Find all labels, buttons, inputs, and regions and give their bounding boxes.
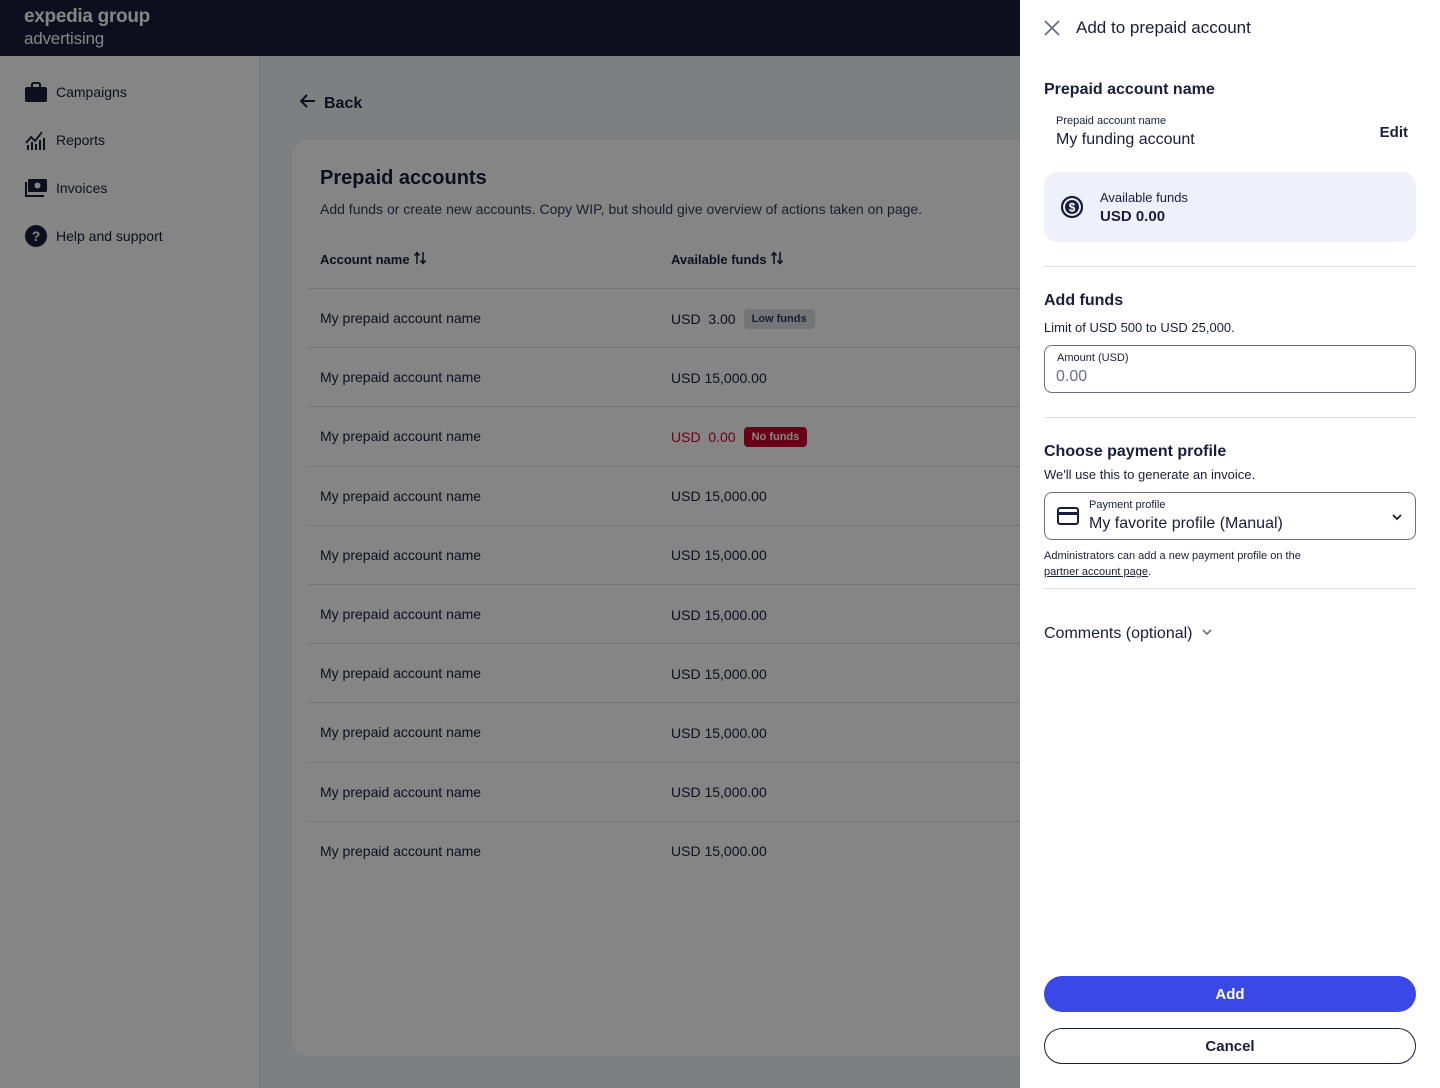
chevron-down-icon [1391, 510, 1403, 528]
available-funds-label: Available funds [1100, 190, 1188, 205]
add-button[interactable]: Add [1044, 976, 1416, 1012]
partner-account-page-link[interactable]: partner account page [1044, 566, 1148, 578]
payment-profile-note: Administrators can add a new payment pro… [1044, 548, 1374, 580]
add-funds-help: Limit of USD 500 to USD 25,000. [1044, 320, 1235, 335]
account-name-label: Prepaid account name [1056, 115, 1167, 127]
panel-title: Add to prepaid account [1076, 18, 1251, 37]
account-name-heading: Prepaid account name [1044, 81, 1215, 98]
add-funds-heading: Add funds [1044, 292, 1124, 309]
note-end: . [1147, 566, 1152, 578]
chevron-down-icon [1193, 625, 1213, 643]
credit-card-icon [1057, 507, 1079, 530]
svg-text:$: $ [1069, 201, 1076, 215]
divider [1044, 266, 1416, 267]
amount-field[interactable]: Amount (USD) [1044, 345, 1416, 393]
divider [1044, 417, 1416, 418]
dollar-circle-icon: $ [1060, 195, 1084, 223]
available-funds-value: USD 0.00 [1100, 208, 1166, 225]
add-to-prepaid-panel: Add to prepaid account Prepaid account n… [1020, 0, 1440, 1088]
payment-profile-label: Payment profile [1089, 499, 1166, 511]
cancel-button[interactable]: Cancel [1044, 1028, 1416, 1064]
available-funds-box: $ Available funds USD 0.00 [1044, 172, 1416, 242]
comments-label: Comments (optional) [1044, 625, 1193, 642]
payment-profile-heading: Choose payment profile [1044, 443, 1227, 460]
amount-input[interactable] [1056, 368, 1396, 386]
payment-profile-help: We'll use this to generate an invoice. [1044, 467, 1256, 482]
payment-profile-value: My favorite profile (Manual) [1089, 515, 1283, 532]
close-icon[interactable] [1042, 18, 1062, 38]
amount-field-label: Amount (USD) [1057, 352, 1129, 364]
divider [1044, 588, 1416, 589]
edit-account-name-button[interactable]: Edit [1380, 124, 1408, 141]
note-text: Administrators can add a new payment pro… [1044, 550, 1301, 562]
account-name-value: My funding account [1056, 131, 1195, 148]
payment-profile-select[interactable]: Payment profile My favorite profile (Man… [1044, 492, 1416, 540]
modal-scrim[interactable] [0, 0, 1020, 1088]
comments-toggle[interactable]: Comments (optional) [1044, 625, 1213, 643]
